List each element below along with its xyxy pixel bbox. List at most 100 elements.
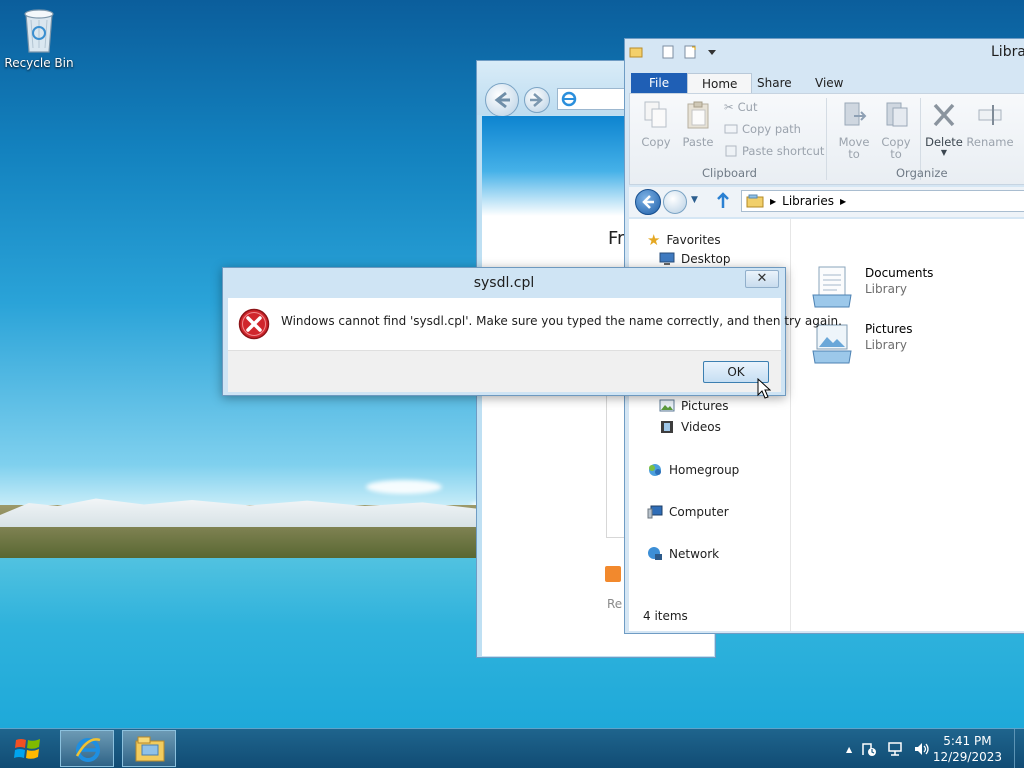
ie-page-link[interactable]: Re xyxy=(607,597,622,611)
up-arrow-icon[interactable] xyxy=(715,192,731,210)
chevron-right-icon[interactable]: ▶ xyxy=(840,197,846,206)
organize-group-label: Organize xyxy=(896,166,948,180)
dialog-footer: OK xyxy=(228,350,781,392)
volume-icon[interactable] xyxy=(913,741,931,757)
taskbar-clock[interactable]: 5:41 PM 12/29/2023 xyxy=(933,733,1002,765)
nav-label-desktop: Desktop xyxy=(681,252,731,266)
network-status-icon[interactable] xyxy=(886,741,904,757)
videos-icon xyxy=(661,421,673,433)
explorer-back-button[interactable] xyxy=(635,189,661,215)
rename-label: Rename xyxy=(966,135,1014,149)
move-to-icon xyxy=(844,102,867,126)
file-explorer-icon xyxy=(135,736,165,762)
explorer-window-title: Librar xyxy=(991,44,1024,60)
nav-item-network[interactable]: Network xyxy=(647,546,719,562)
chevron-right-icon[interactable]: ▶ xyxy=(770,197,776,206)
copy-path-button[interactable]: Copy path xyxy=(724,122,801,136)
copy-button[interactable]: Copy xyxy=(638,100,674,149)
address-field[interactable]: ▶ Libraries ▶ xyxy=(741,190,1024,212)
delete-button[interactable]: Delete ▼ xyxy=(924,100,964,157)
recent-locations-icon[interactable]: ▼ xyxy=(691,195,698,205)
nav-item-pictures[interactable]: Pictures xyxy=(659,399,729,413)
list-item[interactable]: Documents Library xyxy=(809,265,933,311)
customize-toolbar-icon[interactable] xyxy=(705,45,719,59)
dialog-message: Windows cannot find 'sysdl.cpl'. Make su… xyxy=(281,314,842,328)
back-arrow-icon xyxy=(494,91,510,109)
nav-item-homegroup[interactable]: Homegroup xyxy=(647,462,739,478)
paste-label: Paste xyxy=(682,135,714,149)
pictures-icon xyxy=(659,399,675,412)
ie-page-icon xyxy=(561,91,577,107)
tab-view[interactable]: View xyxy=(801,73,857,93)
nav-item-videos[interactable]: Videos xyxy=(659,420,721,434)
clipboard-group-label: Clipboard xyxy=(702,166,757,180)
status-bar-item-count: 4 items xyxy=(643,609,688,623)
cut-button[interactable]: ✂ Cut xyxy=(724,100,757,114)
delete-icon xyxy=(933,103,955,127)
taskbar-internet-explorer[interactable] xyxy=(60,730,114,767)
taskbar-file-explorer[interactable] xyxy=(122,730,176,767)
nav-label-network: Network xyxy=(669,547,720,561)
show-hidden-icons-icon[interactable]: ▲ xyxy=(846,745,852,754)
nav-item-favorites[interactable]: ★ Favorites xyxy=(647,231,721,249)
copy-path-label: Copy path xyxy=(742,122,801,136)
paste-shortcut-button[interactable]: Paste shortcut xyxy=(724,144,824,158)
clock-time: 5:41 PM xyxy=(943,734,992,748)
action-center-icon[interactable] xyxy=(861,741,877,757)
tab-share[interactable]: Share xyxy=(743,73,806,93)
item-type: Library xyxy=(865,338,907,352)
move-to-button[interactable]: Move to xyxy=(834,100,874,161)
paste-shortcut-label: Paste shortcut xyxy=(742,144,825,158)
ribbon-separator xyxy=(826,98,827,180)
copy-to-label-2: to xyxy=(890,147,902,161)
star-icon: ★ xyxy=(647,231,661,249)
ribbon-home: Copy Paste ✂ Cut Copy path Paste shortcu… xyxy=(629,93,1024,185)
recycle-bin-label: Recycle Bin xyxy=(4,56,74,70)
folder-icon xyxy=(629,47,643,58)
item-name: Pictures xyxy=(865,322,913,336)
move-to-label-2: to xyxy=(848,147,860,161)
nav-label-computer: Computer xyxy=(669,505,729,519)
nav-item-desktop[interactable]: Desktop xyxy=(659,252,731,266)
nav-label-homegroup: Homegroup xyxy=(669,463,740,477)
item-name: Documents xyxy=(865,266,934,280)
rename-icon xyxy=(978,105,1002,125)
copy-to-button[interactable]: Copy to xyxy=(876,100,916,161)
clock-date: 12/29/2023 xyxy=(932,750,1002,764)
homegroup-icon xyxy=(649,464,661,476)
wallpaper-cloud xyxy=(366,480,442,494)
delete-dropdown-icon[interactable]: ▼ xyxy=(924,148,964,157)
scissors-icon: ✂ xyxy=(724,100,734,114)
ie-back-button[interactable] xyxy=(485,83,519,117)
copy-path-icon xyxy=(724,124,738,134)
recycle-bin-shortcut[interactable]: Recycle Bin xyxy=(4,4,74,70)
dialog-title: sysdl.cpl xyxy=(473,275,535,291)
paste-button[interactable]: Paste xyxy=(680,100,716,149)
tab-file[interactable]: File xyxy=(631,73,688,93)
ie-forward-button[interactable] xyxy=(524,87,550,113)
paste-icon xyxy=(687,101,709,129)
show-desktop-button[interactable] xyxy=(1014,729,1024,768)
explorer-forward-button[interactable] xyxy=(663,190,687,214)
taskbar: ▲ 5:41 PM 12/29/2023 xyxy=(0,728,1024,768)
mouse-cursor-icon xyxy=(757,378,771,399)
rename-button[interactable]: Rename xyxy=(966,100,1014,149)
explorer-address-bar: ▼ ▶ Libraries ▶ xyxy=(629,187,1024,217)
ribbon-tabs: File Home Share View xyxy=(625,69,1024,93)
windows-logo-icon xyxy=(14,739,40,759)
error-dialog[interactable]: sysdl.cpl ✕ Windows cannot find 'sysdl.c… xyxy=(222,267,842,396)
paste-shortcut-icon xyxy=(725,145,737,157)
nav-label-pictures: Pictures xyxy=(681,399,729,413)
nav-label-favorites: Favorites xyxy=(666,233,721,247)
dialog-close-button[interactable]: ✕ xyxy=(745,270,779,288)
start-button[interactable] xyxy=(0,729,56,768)
nav-item-computer[interactable]: Computer xyxy=(647,504,729,520)
recycle-bin-icon xyxy=(24,9,54,53)
copy-label: Copy xyxy=(641,135,671,149)
copy-to-icon xyxy=(886,102,908,127)
network-icon xyxy=(648,547,662,560)
properties-icon[interactable] xyxy=(661,45,675,59)
breadcrumb-libraries[interactable]: Libraries xyxy=(782,194,834,208)
new-folder-icon[interactable] xyxy=(683,45,697,59)
back-arrow-icon xyxy=(642,195,654,209)
